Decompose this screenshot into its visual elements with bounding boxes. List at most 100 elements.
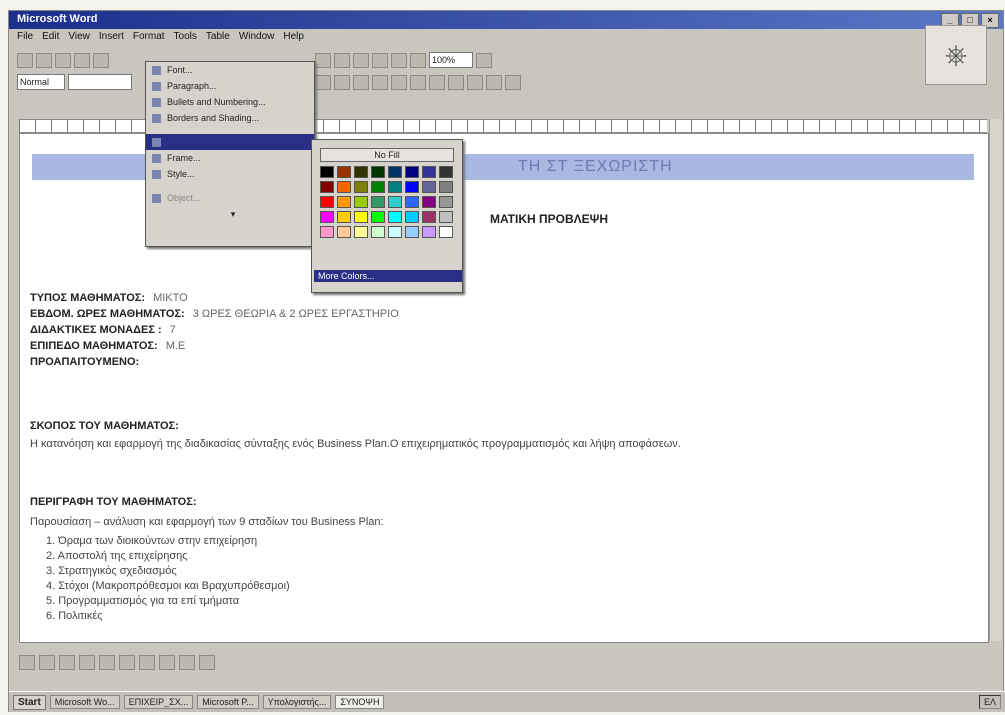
- menu-item-frame[interactable]: Frame...: [146, 150, 314, 166]
- zoom-select[interactable]: 100%: [429, 52, 473, 68]
- color-swatch[interactable]: [371, 226, 385, 238]
- decrease-indent-icon[interactable]: [429, 74, 445, 90]
- color-swatch[interactable]: [337, 166, 351, 178]
- menu-item-style[interactable]: Style...: [146, 166, 314, 182]
- color-swatch[interactable]: [405, 226, 419, 238]
- color-swatch[interactable]: [320, 211, 334, 223]
- textbox-icon[interactable]: [159, 654, 175, 670]
- print-icon[interactable]: [74, 52, 90, 68]
- color-swatch[interactable]: [422, 226, 436, 238]
- drawing-icon[interactable]: [372, 52, 388, 68]
- map-icon[interactable]: [391, 52, 407, 68]
- menu-item-borders[interactable]: Borders and Shading...: [146, 110, 314, 126]
- color-swatch[interactable]: [388, 211, 402, 223]
- align-right-icon[interactable]: [353, 74, 369, 90]
- numbering-icon[interactable]: [391, 74, 407, 90]
- increase-indent-icon[interactable]: [448, 74, 464, 90]
- color-swatch[interactable]: [337, 226, 351, 238]
- color-swatch[interactable]: [337, 181, 351, 193]
- borders-icon[interactable]: [467, 74, 483, 90]
- oval-icon[interactable]: [139, 654, 155, 670]
- color-swatch[interactable]: [439, 166, 453, 178]
- menu-table[interactable]: Table: [206, 31, 230, 47]
- color-swatch[interactable]: [422, 196, 436, 208]
- arrow-icon[interactable]: [99, 654, 115, 670]
- menu-window[interactable]: Window: [239, 31, 275, 47]
- office-assistant-icon[interactable]: ⎈: [925, 25, 987, 85]
- color-swatch[interactable]: [439, 181, 453, 193]
- menu-help[interactable]: Help: [283, 31, 304, 47]
- color-swatch[interactable]: [422, 181, 436, 193]
- menu-item-bullets[interactable]: Bullets and Numbering...: [146, 94, 314, 110]
- color-swatch[interactable]: [439, 226, 453, 238]
- color-swatch[interactable]: [354, 166, 368, 178]
- color-swatch[interactable]: [320, 196, 334, 208]
- show-hide-icon[interactable]: [410, 52, 426, 68]
- color-swatch[interactable]: [320, 226, 334, 238]
- taskbar-item[interactable]: ΕΠΙΧΕΙΡ_ΣΧ...: [123, 695, 194, 709]
- open-icon[interactable]: [36, 52, 52, 68]
- color-swatch[interactable]: [354, 196, 368, 208]
- save-icon[interactable]: [55, 52, 71, 68]
- font-color-icon[interactable]: [505, 74, 521, 90]
- color-swatch[interactable]: [354, 181, 368, 193]
- color-swatch[interactable]: [371, 181, 385, 193]
- menu-file[interactable]: File: [17, 31, 33, 47]
- color-swatch[interactable]: [388, 181, 402, 193]
- taskbar-item[interactable]: Υπολογιστής...: [262, 695, 332, 709]
- more-colors-button[interactable]: More Colors...: [314, 270, 462, 282]
- menu-item-font[interactable]: Font...: [146, 62, 314, 78]
- menu-edit[interactable]: Edit: [42, 31, 59, 47]
- menu-format[interactable]: Format: [133, 31, 165, 47]
- color-swatch[interactable]: [405, 196, 419, 208]
- color-swatch[interactable]: [405, 211, 419, 223]
- color-swatch[interactable]: [388, 226, 402, 238]
- help-icon[interactable]: [476, 52, 492, 68]
- bullets-icon[interactable]: [410, 74, 426, 90]
- highlight-icon[interactable]: [486, 74, 502, 90]
- line-icon[interactable]: [79, 654, 95, 670]
- color-swatch[interactable]: [371, 211, 385, 223]
- excel-icon[interactable]: [334, 52, 350, 68]
- color-swatch[interactable]: [388, 166, 402, 178]
- color-swatch[interactable]: [354, 211, 368, 223]
- select-icon[interactable]: [39, 654, 55, 670]
- color-swatch[interactable]: [371, 166, 385, 178]
- align-left-icon[interactable]: [315, 74, 331, 90]
- fill-color-icon[interactable]: [179, 654, 195, 670]
- draw-icon[interactable]: [19, 654, 35, 670]
- preview-icon[interactable]: [93, 52, 109, 68]
- color-swatch[interactable]: [337, 211, 351, 223]
- justify-icon[interactable]: [372, 74, 388, 90]
- color-swatch[interactable]: [354, 226, 368, 238]
- vertical-scrollbar[interactable]: [989, 119, 1002, 641]
- color-swatch[interactable]: [422, 166, 436, 178]
- color-swatch[interactable]: [439, 196, 453, 208]
- expand-menu-arrow[interactable]: ▾: [146, 206, 314, 222]
- menu-insert[interactable]: Insert: [99, 31, 124, 47]
- rectangle-icon[interactable]: [119, 654, 135, 670]
- color-swatch[interactable]: [422, 211, 436, 223]
- menu-item-paragraph[interactable]: Paragraph...: [146, 78, 314, 94]
- line-color-icon[interactable]: [199, 654, 215, 670]
- columns-icon[interactable]: [353, 52, 369, 68]
- menu-item-selected[interactable]: [146, 134, 314, 150]
- style-select[interactable]: Normal: [17, 74, 65, 90]
- taskbar-item[interactable]: Microsoft P...: [197, 695, 259, 709]
- color-swatch[interactable]: [337, 196, 351, 208]
- menu-tools[interactable]: Tools: [174, 31, 197, 47]
- font-select[interactable]: [68, 74, 132, 90]
- color-swatch[interactable]: [320, 181, 334, 193]
- color-swatch[interactable]: [405, 166, 419, 178]
- taskbar-item-active[interactable]: ΣΥΝΟΨΗ: [335, 695, 385, 709]
- color-swatch[interactable]: [371, 196, 385, 208]
- color-swatch[interactable]: [388, 196, 402, 208]
- taskbar-item[interactable]: Microsoft Wo...: [49, 695, 120, 709]
- new-icon[interactable]: [17, 52, 33, 68]
- color-swatch[interactable]: [405, 181, 419, 193]
- no-fill-button[interactable]: No Fill: [320, 148, 454, 162]
- color-swatch[interactable]: [320, 166, 334, 178]
- menu-view[interactable]: View: [68, 31, 90, 47]
- table-icon[interactable]: [315, 52, 331, 68]
- autoshapes-icon[interactable]: [59, 654, 75, 670]
